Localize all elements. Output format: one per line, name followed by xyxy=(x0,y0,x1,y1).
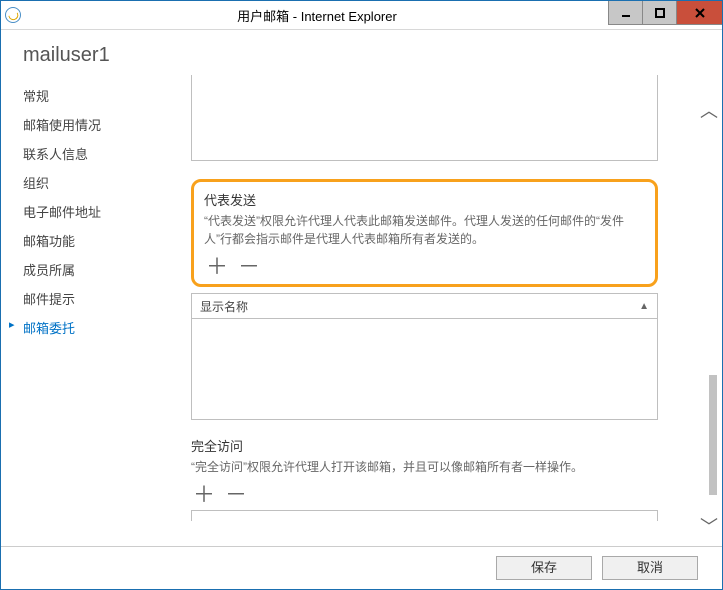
maximize-icon xyxy=(654,7,666,19)
column-display-name: 显示名称 xyxy=(200,298,248,315)
content-pane: 代表发送 “代表发送”权限允许代理人代表此邮箱发送邮件。代理人发送的任何邮件的“… xyxy=(136,75,698,546)
sidebar-item-contact[interactable]: 联系人信息 xyxy=(23,139,136,168)
sidebar-item-general[interactable]: 常规 xyxy=(23,81,136,110)
page-title: mailuser1 xyxy=(1,30,722,75)
window-controls xyxy=(608,1,722,25)
minimize-icon xyxy=(620,7,632,19)
sort-icon: ▲ xyxy=(639,301,649,312)
full-access-desc: “完全访问”权限允许代理人打开该邮箱，并且可以像邮箱所有者一样操作。 xyxy=(191,458,658,476)
sidebar-item-member-of[interactable]: 成员所属 xyxy=(23,255,136,284)
close-button[interactable] xyxy=(676,1,722,25)
sidebar-item-email-address[interactable]: 电子邮件地址 xyxy=(23,197,136,226)
cancel-button[interactable]: 取消 xyxy=(602,556,698,580)
send-on-behalf-desc: “代表发送”权限允许代理人代表此邮箱发送邮件。代理人发送的任何邮件的“发件人”行… xyxy=(204,212,645,248)
maximize-button[interactable] xyxy=(642,1,676,25)
remove-button-full-access[interactable]: － xyxy=(225,484,247,506)
add-button[interactable]: ＋ xyxy=(206,256,228,278)
highlight-send-on-behalf: 代表发送 “代表发送”权限允许代理人代表此邮箱发送邮件。代理人发送的任何邮件的“… xyxy=(191,179,658,287)
close-icon xyxy=(693,6,707,20)
full-access-title: 完全访问 xyxy=(191,436,658,455)
previous-section-listbox[interactable] xyxy=(191,75,658,161)
window-frame: 用户邮箱 - Internet Explorer mailuser1 常规 邮箱… xyxy=(0,0,723,590)
main-row: 常规 邮箱使用情况 联系人信息 组织 电子邮件地址 邮箱功能 成员所属 邮件提示… xyxy=(1,75,722,546)
vertical-scrollbar[interactable]: ︿ ﹀ xyxy=(698,75,722,546)
remove-button[interactable]: － xyxy=(238,256,260,278)
footer: 保存 取消 xyxy=(1,546,722,589)
scroll-down-button[interactable]: ﹀ xyxy=(698,516,720,538)
save-button[interactable]: 保存 xyxy=(496,556,592,580)
sidebar: 常规 邮箱使用情况 联系人信息 组织 电子邮件地址 邮箱功能 成员所属 邮件提示… xyxy=(1,75,136,546)
minimize-button[interactable] xyxy=(608,1,642,25)
ie-icon xyxy=(5,7,21,23)
send-on-behalf-list-header[interactable]: 显示名称 ▲ xyxy=(191,293,658,319)
add-button-full-access[interactable]: ＋ xyxy=(193,484,215,506)
sidebar-item-usage[interactable]: 邮箱使用情况 xyxy=(23,110,136,139)
title-bar: 用户邮箱 - Internet Explorer xyxy=(1,1,722,30)
send-on-behalf-listbox[interactable] xyxy=(191,319,658,420)
send-on-behalf-toolbar: ＋ － xyxy=(204,254,645,278)
client-area: mailuser1 常规 邮箱使用情况 联系人信息 组织 电子邮件地址 邮箱功能… xyxy=(1,30,722,589)
scroll-up-button[interactable]: ︿ xyxy=(698,100,720,122)
full-access-toolbar: ＋ － xyxy=(191,482,658,506)
scroll-thumb[interactable] xyxy=(709,375,717,495)
full-access-section: 完全访问 “完全访问”权限允许代理人打开该邮箱，并且可以像邮箱所有者一样操作。 … xyxy=(191,436,658,521)
sidebar-item-features[interactable]: 邮箱功能 xyxy=(23,226,136,255)
sidebar-item-delegation[interactable]: 邮箱委托 xyxy=(23,313,136,342)
send-on-behalf-title: 代表发送 xyxy=(204,190,645,209)
full-access-listbox-top[interactable] xyxy=(191,510,658,521)
sidebar-item-organization[interactable]: 组织 xyxy=(23,168,136,197)
sidebar-item-mailtip[interactable]: 邮件提示 xyxy=(23,284,136,313)
